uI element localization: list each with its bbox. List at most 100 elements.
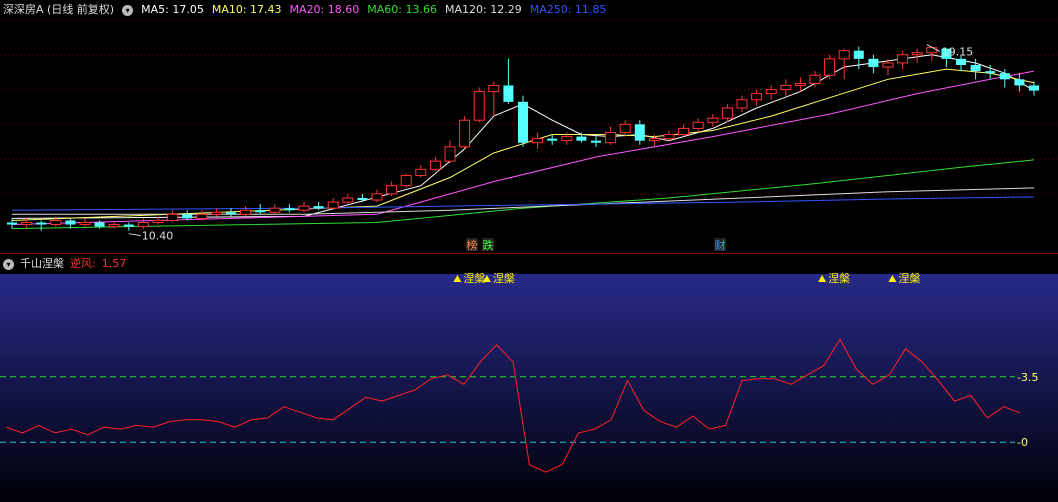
candle-body — [429, 160, 441, 170]
settings-menu-icon[interactable]: ▾ — [122, 4, 134, 16]
ma-line-ma120 — [12, 187, 1035, 215]
candle-body — [663, 134, 675, 140]
candle-down — [503, 58, 514, 104]
candle-body — [561, 136, 573, 142]
candle-body — [269, 207, 281, 213]
stock-title[interactable]: 深深房A (日线 前复权) — [3, 0, 114, 20]
candle-up — [240, 206, 252, 217]
ma-legend-ma120: MA120: 12.29 — [445, 0, 522, 20]
candle-up — [751, 89, 763, 106]
candle-body — [985, 71, 996, 74]
signal-label: 涅槃 — [463, 271, 485, 285]
candle-body — [751, 93, 763, 101]
candle-body — [692, 121, 704, 129]
candle-up — [79, 218, 91, 227]
candle-body — [838, 50, 850, 60]
candle-up — [532, 132, 544, 149]
candle-up — [342, 193, 354, 205]
candle-up — [678, 124, 690, 137]
ma-legend: MA5: 17.05 MA10: 17.43 MA20: 18.60 MA60: 13… — [141, 0, 606, 20]
candle-body — [298, 205, 310, 211]
candle-body — [707, 117, 719, 123]
ma-legend-ma250: MA250: 11.85 — [530, 0, 607, 20]
event-marker: 财 — [715, 238, 726, 252]
candle-body — [1029, 85, 1039, 91]
low-price-label: 10.40 — [142, 230, 174, 243]
high-price-label: 19.15 — [942, 46, 974, 59]
candle-up — [400, 173, 412, 188]
signal-label: 涅槃 — [828, 271, 850, 285]
candle-down — [123, 222, 134, 231]
candle-body — [459, 119, 471, 148]
candle-down — [182, 210, 193, 221]
candle-body — [400, 174, 412, 187]
candle-up — [459, 116, 471, 149]
candle-body — [911, 52, 923, 56]
candle-body — [108, 224, 120, 228]
low-arrow — [128, 233, 141, 237]
candle-down — [591, 134, 601, 147]
candle-up — [765, 85, 777, 100]
wind-label: 逆风: — [70, 257, 96, 270]
candle-body — [591, 140, 601, 143]
candle-body — [444, 146, 456, 162]
ma-line-ma20 — [11, 70, 1035, 225]
price-chart[interactable]: 19.15 10.40 榜跌 财 — [0, 0, 1058, 253]
candle-up — [619, 120, 631, 137]
candle-up — [824, 54, 836, 80]
candle-body — [386, 185, 398, 195]
ma-legend-ma20: MA20: 18.60 — [290, 0, 360, 20]
candle-up — [386, 181, 398, 196]
candle-up — [327, 197, 339, 211]
ma-legend-value: 17.43 — [250, 3, 282, 16]
candle-body — [79, 222, 91, 226]
candle-up — [488, 81, 500, 117]
candle-body — [240, 209, 252, 215]
candle-body — [882, 62, 894, 68]
indicator-name[interactable]: 千山涅槃 — [20, 254, 64, 274]
candle-body — [518, 101, 528, 143]
candle-body — [284, 208, 295, 211]
candle-down — [868, 54, 879, 74]
candle-body — [853, 50, 864, 59]
candle-body — [65, 220, 76, 225]
candle-body — [678, 127, 690, 136]
candle-body — [210, 211, 222, 215]
indicator-chart[interactable]: -3.5-0涅槃 涅槃 涅槃 涅槃 — [0, 254, 1058, 502]
candle-up — [429, 157, 441, 172]
candle-body — [226, 212, 236, 215]
candle-body — [137, 222, 149, 228]
candle-body — [868, 58, 879, 68]
signal-label: 涅槃 — [898, 271, 920, 285]
candle-up — [663, 130, 675, 141]
candle-body — [415, 168, 427, 176]
candle-down — [357, 193, 368, 203]
price-panel: 19.15 10.40 榜跌 财 深深房A (日线 前复权) ▾ MA5: 17.05… — [0, 0, 1058, 253]
candle-body — [576, 136, 587, 141]
candle-body — [780, 84, 792, 91]
candle-body — [357, 197, 368, 200]
candle-body — [999, 73, 1010, 80]
candle-body — [7, 222, 17, 225]
indicator-menu-icon[interactable]: ▾ — [3, 258, 14, 270]
ref-line-label: -3.5 — [1017, 371, 1038, 384]
signal-label: 涅槃 — [493, 271, 515, 285]
ma-legend-value: 13.66 — [405, 3, 437, 16]
candle-up — [707, 114, 719, 127]
candle-body — [313, 206, 324, 209]
candle-body — [824, 58, 836, 76]
candle-up — [269, 204, 281, 215]
candle-body — [196, 213, 208, 219]
candle-up — [780, 79, 792, 96]
candle-body — [94, 222, 105, 227]
candle-body — [605, 132, 617, 144]
ma-legend-value: 17.05 — [172, 3, 204, 16]
candle-body — [182, 214, 193, 219]
indicator-header: ▾ 千山涅槃 逆风: 1.57 — [0, 254, 126, 274]
wind-value: 1.57 — [101, 257, 127, 270]
candle-body — [473, 91, 485, 121]
candle-down — [1029, 81, 1039, 96]
candle-body — [1014, 79, 1025, 86]
candle-body — [327, 201, 339, 209]
candle-down — [226, 208, 236, 217]
